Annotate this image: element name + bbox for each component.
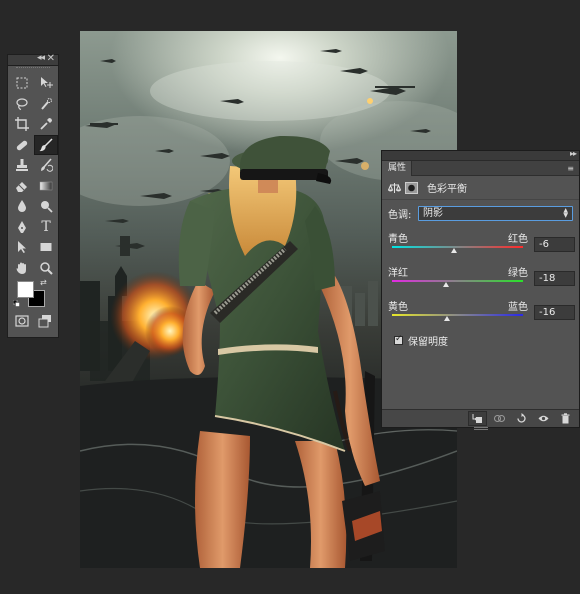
preserve-luminosity-label: 保留明度 [408,337,448,348]
slider-thumb[interactable] [442,282,449,287]
eyedropper-icon[interactable] [34,114,58,135]
color-swatches: ⇄ [8,278,58,312]
slider-right-label: 绿色 [508,268,528,279]
screen-mode-icon[interactable] [38,314,52,328]
hand-icon[interactable] [10,258,34,279]
type-glyph: T [41,218,51,235]
slider-value-input[interactable]: -16 [534,305,575,320]
brush-icon[interactable] [34,134,58,155]
move-icon[interactable] [34,73,58,94]
slider-left-label: 黄色 [388,302,408,313]
blur-icon[interactable] [10,196,34,217]
lasso-icon[interactable] [10,94,34,115]
delete-icon[interactable] [556,411,575,426]
color-balance-icon [388,182,401,193]
collapse-panel-button[interactable]: ◂◂ [37,53,45,63]
slider-thumb[interactable] [450,248,457,253]
reset-icon[interactable] [512,411,531,426]
crop-icon[interactable] [10,114,34,135]
dropdown-arrows-icon: ▲ ▼ [563,207,568,219]
view-previous-icon[interactable] [490,411,509,426]
close-panel-button[interactable]: ✕ [47,53,55,64]
clone-stamp-icon[interactable] [10,155,34,176]
panel-menu-icon[interactable]: ≡ [567,164,574,173]
default-colors-icon[interactable] [13,300,20,307]
dodge-icon[interactable] [34,196,58,217]
zoom-icon[interactable] [34,258,58,279]
properties-footer [382,409,579,427]
clip-to-layer-icon[interactable] [468,411,487,426]
slider-track[interactable] [392,314,523,316]
path-select-icon[interactable] [10,237,34,258]
tone-value: 阴影 [423,208,443,219]
slider-value-input[interactable]: -6 [534,237,575,252]
quick-mask-icon[interactable] [14,314,29,328]
layer-mask-icon[interactable] [405,181,418,194]
healing-brush-icon[interactable] [10,135,34,156]
eraser-icon[interactable] [10,176,34,197]
foreground-color-swatch[interactable] [17,281,34,298]
history-brush-icon[interactable] [34,155,58,176]
slider-thumb[interactable] [444,316,451,321]
slider-right-label: 红色 [508,234,528,245]
tools-panel-header: ◂◂ ✕ [8,53,58,66]
gradient-icon[interactable] [34,176,58,197]
preserve-luminosity-checkbox[interactable] [394,334,403,345]
slider-left-label: 洋红 [388,268,408,279]
tone-label: 色调: [388,210,412,221]
tone-dropdown[interactable]: 阴影 ▲ ▼ [418,206,573,221]
slider-value-input[interactable]: -18 [534,271,575,286]
visibility-icon[interactable] [534,411,553,426]
type-icon[interactable]: T [34,217,58,238]
panel-resize-grip[interactable] [474,427,488,430]
pen-icon[interactable] [10,217,34,238]
color-balance-slider: 洋红 绿色 -18 [382,259,579,289]
rectangle-icon[interactable] [34,237,58,258]
collapse-properties-button[interactable]: ▸▸ [570,149,577,158]
tools-panel: ◂◂ ✕ T ⇄ [7,53,59,338]
quick-select-icon[interactable] [34,94,58,115]
properties-panel: ▸▸ 属性 ≡ 色彩平衡 色调: 阴影 ▲ ▼ 青色 红色 -6 洋红 绿色 -18 黄色 蓝色… [381,149,580,430]
adjustment-title: 色彩平衡 [427,184,467,195]
properties-panel-header: ▸▸ [382,149,579,161]
color-balance-slider: 青色 红色 -6 [382,225,579,255]
color-balance-slider: 黄色 蓝色 -16 [382,293,579,323]
slider-right-label: 蓝色 [508,302,528,313]
slider-track[interactable] [392,280,523,282]
slider-track[interactable] [392,246,523,248]
swap-colors-icon[interactable]: ⇄ [40,278,47,287]
marquee-icon[interactable] [10,73,34,94]
slider-left-label: 青色 [388,234,408,245]
tab-properties[interactable]: 属性 [382,161,412,176]
